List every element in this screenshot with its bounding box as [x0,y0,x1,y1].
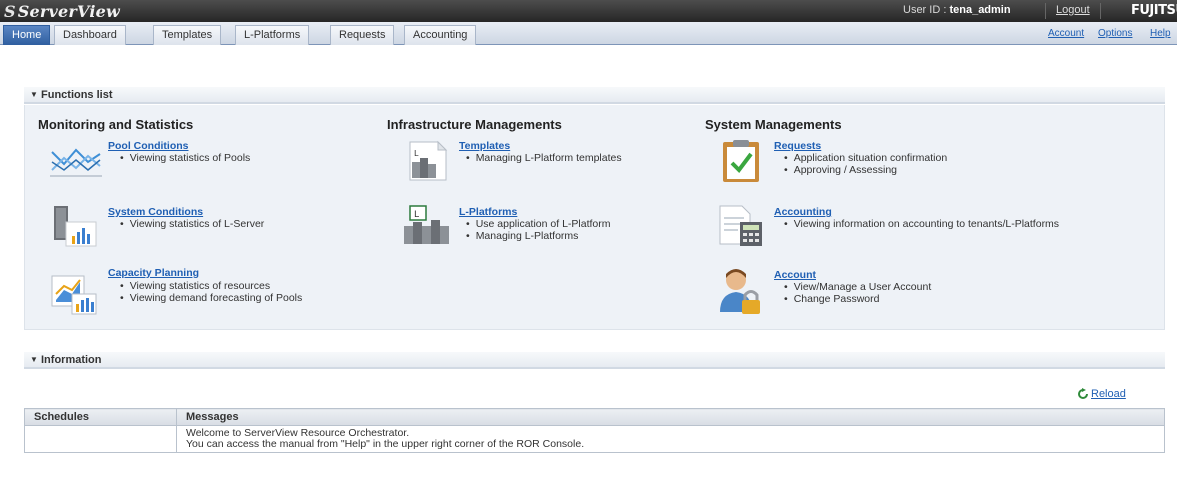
fujitsu-logo: FUJITSU [1131,3,1177,18]
capacity-chart-icon [51,275,97,315]
account-section-link[interactable]: Account [774,269,816,281]
list-item: View/Manage a User Account [784,281,932,293]
pool-conditions-bullets: Viewing statistics of Pools [120,152,251,164]
information-header[interactable]: ▼ Information [24,352,1165,369]
user-lock-icon [720,269,760,314]
user-id-value: tena_admin [949,4,1011,16]
capacity-planning-link[interactable]: Capacity Planning [108,267,199,279]
tab-accounting[interactable]: Accounting [404,25,477,45]
svg-text:L: L [414,210,419,220]
system-conditions-link[interactable]: System Conditions [108,206,203,218]
tab-templates[interactable]: Templates [153,25,222,45]
account-link[interactable]: Account [1048,28,1084,39]
information-table: Schedules Messages Welcome to ServerView… [24,408,1165,453]
reload-link[interactable]: Reload [1091,388,1126,400]
list-item: Viewing statistics of L-Server [120,218,265,230]
serverview-logo: S ServerView [4,2,120,21]
list-item: Managing L-Platforms [466,230,611,242]
line-chart-icon [50,148,102,177]
tab-dashboard[interactable]: Dashboard [54,25,126,45]
capacity-planning-bullets: Viewing statistics of resources Viewing … [120,280,303,304]
templates-link[interactable]: Templates [459,140,510,152]
list-item: Viewing demand forecasting of Pools [120,292,303,304]
list-item: Viewing information on accounting to ten… [784,218,1059,230]
infrastructure-managements-title: Infrastructure Managements [387,117,562,132]
l-platform-icon: L [404,205,449,244]
system-managements-title: System Managements [705,117,842,132]
template-icon: L [409,140,448,181]
l-platforms-link[interactable]: L-Platforms [459,206,517,218]
list-item: Viewing statistics of Pools [120,152,251,164]
tab-home[interactable]: Home [3,25,51,45]
table-header-row: Schedules Messages [24,408,1165,426]
list-item: Change Password [784,293,931,305]
user-info: User ID : tena_admin [903,4,1011,16]
user-id-label: User ID : [903,4,950,16]
table-row: Welcome to ServerView Resource Orchestra… [24,425,1165,453]
reload-icon[interactable] [1077,388,1089,400]
list-item: Managing L-Platform templates [466,152,622,164]
requests-link[interactable]: Requests [774,140,821,152]
tab-requests[interactable]: Requests [330,25,395,45]
options-link[interactable]: Options [1098,28,1132,39]
list-item: Viewing statistics of resources [120,280,302,292]
calculator-document-icon [719,205,762,246]
accounting-link[interactable]: Accounting [774,206,832,218]
collapse-triangle-icon: ▼ [30,90,38,99]
collapse-triangle-icon: ▼ [30,355,38,364]
list-item: Use application of L-Platform [466,218,611,230]
list-item: Approving / Assessing [784,164,947,176]
functions-list-header[interactable]: ▼ Functions list [24,87,1165,104]
requests-bullets: Application situation confirmation Appro… [784,152,948,176]
functions-list-title: Functions list [41,89,113,101]
main-tab-bar: Home Dashboard Templates L-Platforms Req… [0,22,1177,45]
message-line: You can access the manual from "Help" in… [186,438,585,450]
server-bar-chart-icon [54,206,97,247]
schedules-column-header: Schedules [24,408,177,426]
l-platforms-bullets: Use application of L-Platform Managing L… [466,218,611,242]
schedule-cell [24,425,177,453]
messages-cell: Welcome to ServerView Resource Orchestra… [176,425,1165,453]
messages-column-header: Messages [176,408,1165,426]
top-bar: S ServerView User ID : tena_admin Logout … [0,0,1177,22]
monitoring-statistics-title: Monitoring and Statistics [38,117,194,132]
system-conditions-bullets: Viewing statistics of L-Server [120,218,265,230]
clipboard-check-icon [723,140,759,182]
accounting-bullets: Viewing information on accounting to ten… [784,218,1059,230]
logout-link[interactable]: Logout [1045,3,1101,19]
help-link[interactable]: Help [1150,28,1171,39]
templates-bullets: Managing L-Platform templates [466,152,622,164]
pool-conditions-link[interactable]: Pool Conditions [108,140,189,152]
tab-l-platforms[interactable]: L-Platforms [235,25,310,45]
list-item: Application situation confirmation [784,152,948,164]
svg-text:L: L [414,149,419,158]
account-bullets: View/Manage a User Account Change Passwo… [784,281,932,305]
information-title: Information [41,354,102,366]
